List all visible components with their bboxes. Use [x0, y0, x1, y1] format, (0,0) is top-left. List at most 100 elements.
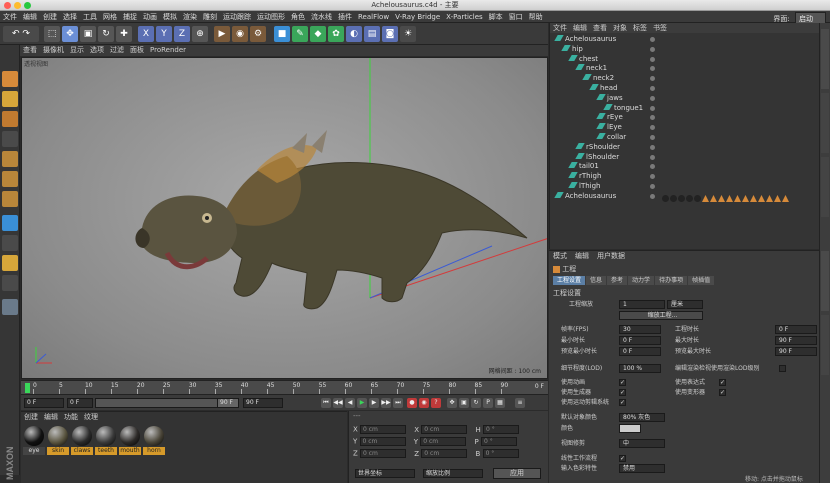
dinosaur-model[interactable]	[135, 130, 528, 310]
menu-item[interactable]: 编辑	[20, 11, 40, 23]
object-menu-item[interactable]: 查看	[590, 23, 610, 33]
scale-key-button[interactable]: ▣	[459, 398, 469, 408]
viewport-menu-item[interactable]: ProRender	[147, 45, 189, 56]
attribute-tab[interactable]: 工程设置	[553, 276, 586, 285]
menu-item[interactable]: 创建	[40, 11, 60, 23]
menu-item[interactable]: 脚本	[486, 11, 506, 23]
attribute-tab[interactable]: 信息	[586, 276, 607, 285]
menu-item[interactable]: 帮助	[526, 11, 546, 23]
camera-icon[interactable]: ◙	[382, 26, 398, 42]
menu-item[interactable]: 捕捉	[120, 11, 140, 23]
zoom-window-button[interactable]	[24, 2, 31, 9]
apply-button[interactable]: 应用	[493, 468, 541, 479]
content-browser-tab[interactable]	[821, 157, 829, 217]
light-icon[interactable]: ☀	[400, 26, 416, 42]
use-generators-checkbox[interactable]: ✓	[619, 389, 626, 396]
material-tag-icon[interactable]	[694, 195, 701, 202]
object-menu-item[interactable]: 文件	[550, 23, 570, 33]
input-color-dropdown[interactable]: 禁用	[619, 464, 665, 473]
size-field[interactable]: 0 cm	[421, 449, 468, 458]
visibility-dot[interactable]	[650, 95, 655, 101]
scale-project-button[interactable]: 缩放工程...	[619, 311, 703, 320]
scene-icon[interactable]: ▤	[364, 26, 380, 42]
position-key-button[interactable]: ✥	[447, 398, 457, 408]
size-field[interactable]: 0 cm	[421, 425, 468, 434]
array-icon[interactable]: ✿	[328, 26, 344, 42]
ik-tag-icon[interactable]	[742, 195, 749, 202]
material-menu-item[interactable]: 编辑	[41, 412, 61, 422]
preview-min-field[interactable]: 0 F	[619, 347, 661, 356]
visibility-dot[interactable]	[650, 115, 655, 121]
material-tag-icon[interactable]	[678, 195, 685, 202]
viewport-menu-item[interactable]: 选项	[87, 45, 107, 56]
object-tree-item[interactable]: rShoulder	[575, 142, 620, 152]
size-field[interactable]: 0 cm	[420, 437, 467, 446]
coord-space-value[interactable]: 世界坐标	[355, 469, 415, 478]
use-expressions-checkbox[interactable]: ✓	[719, 379, 726, 386]
viewport-menu-item[interactable]: 显示	[67, 45, 87, 56]
object-tree-item[interactable]: tail01	[568, 162, 599, 171]
visibility-dot[interactable]	[650, 184, 655, 189]
fps-field[interactable]: 30	[619, 325, 661, 334]
axis-z-toggle[interactable]: Z	[174, 26, 190, 42]
viewport-menu-item[interactable]: 查看	[20, 45, 40, 56]
menu-item[interactable]: 网格	[100, 11, 120, 23]
visibility-dot[interactable]	[650, 135, 655, 140]
object-tree-item[interactable]: rThigh	[568, 172, 601, 181]
menu-item[interactable]: 选择	[60, 11, 80, 23]
object-tree-item[interactable]: jaws	[596, 93, 623, 103]
sculpt-icon[interactable]	[2, 299, 18, 315]
viewport-menu-item[interactable]: 过滤	[107, 45, 127, 56]
cube-icon[interactable]: ■	[274, 26, 290, 42]
visibility-dot[interactable]	[650, 154, 655, 160]
attribute-tab[interactable]: 动力学	[628, 276, 655, 285]
keyframe-selection-button[interactable]: ?	[431, 398, 441, 408]
select-tool-icon[interactable]: ⬚	[44, 26, 60, 42]
material-menu-item[interactable]: 创建	[21, 412, 41, 422]
ik-tag-icon[interactable]	[774, 195, 781, 202]
menu-item[interactable]: RealFlow	[355, 11, 392, 23]
material-swatch[interactable]: skin	[47, 425, 69, 459]
menu-item[interactable]: 渲染	[180, 11, 200, 23]
record-button[interactable]: ●	[407, 398, 417, 408]
position-field[interactable]: 0 cm	[360, 449, 407, 458]
edges-mode-icon[interactable]	[2, 171, 18, 187]
menu-item[interactable]: 模拟	[160, 11, 180, 23]
rotation-field[interactable]: 0 °	[482, 449, 519, 458]
preview-max-field[interactable]: 90 F	[775, 347, 817, 356]
object-tree-item[interactable]: neck2	[582, 74, 614, 83]
position-field[interactable]: 0 cm	[359, 437, 406, 446]
use-motion-checkbox[interactable]: ✓	[619, 399, 626, 406]
rotation-field[interactable]: 0 °	[483, 425, 520, 434]
coord-scale-dropdown[interactable]: 缩放比例	[423, 469, 483, 478]
autokey-button[interactable]: ◉	[419, 398, 429, 408]
object-menu-item[interactable]: 编辑	[570, 23, 590, 33]
coordinate-system-icon[interactable]: ⊕	[192, 26, 208, 42]
ik-tag-icon[interactable]	[758, 195, 765, 202]
object-tree-item[interactable]: Achelousaurus	[554, 35, 616, 44]
tweak-mode-icon[interactable]	[2, 235, 18, 251]
object-tree-item[interactable]: collar	[596, 133, 626, 142]
next-key-button[interactable]: ▶▶	[381, 398, 391, 408]
attribute-tab[interactable]: 帧插值	[688, 276, 715, 285]
use-animation-checkbox[interactable]: ✓	[619, 379, 626, 386]
ik-tag-icon[interactable]	[726, 195, 733, 202]
object-menu-item[interactable]: 对象	[610, 23, 630, 33]
prev-key-button[interactable]: ◀◀	[333, 398, 343, 408]
visibility-dot[interactable]	[650, 56, 655, 62]
menu-item[interactable]: 工具	[80, 11, 100, 23]
menu-item[interactable]: 流水线	[308, 11, 335, 23]
material-menu-item[interactable]: 功能	[61, 412, 81, 422]
material-tag-icon[interactable]	[686, 195, 693, 202]
object-tree-item[interactable]: neck1	[575, 64, 607, 73]
object-tree-item[interactable]: chest	[568, 54, 598, 64]
snap-icon[interactable]	[2, 255, 18, 271]
min-time-field[interactable]: 0 F	[619, 336, 661, 345]
axis-y-toggle[interactable]: Y	[156, 26, 172, 42]
linear-workflow-checkbox[interactable]: ✓	[619, 455, 626, 462]
menu-item[interactable]: 运动跟踪	[220, 11, 254, 23]
deformer-icon[interactable]: ◐	[346, 26, 362, 42]
viewport-menu-item[interactable]: 摄像机	[40, 45, 67, 56]
object-menu-item[interactable]: 标签	[630, 23, 650, 33]
preview-end-field[interactable]: 90 F	[217, 398, 239, 408]
